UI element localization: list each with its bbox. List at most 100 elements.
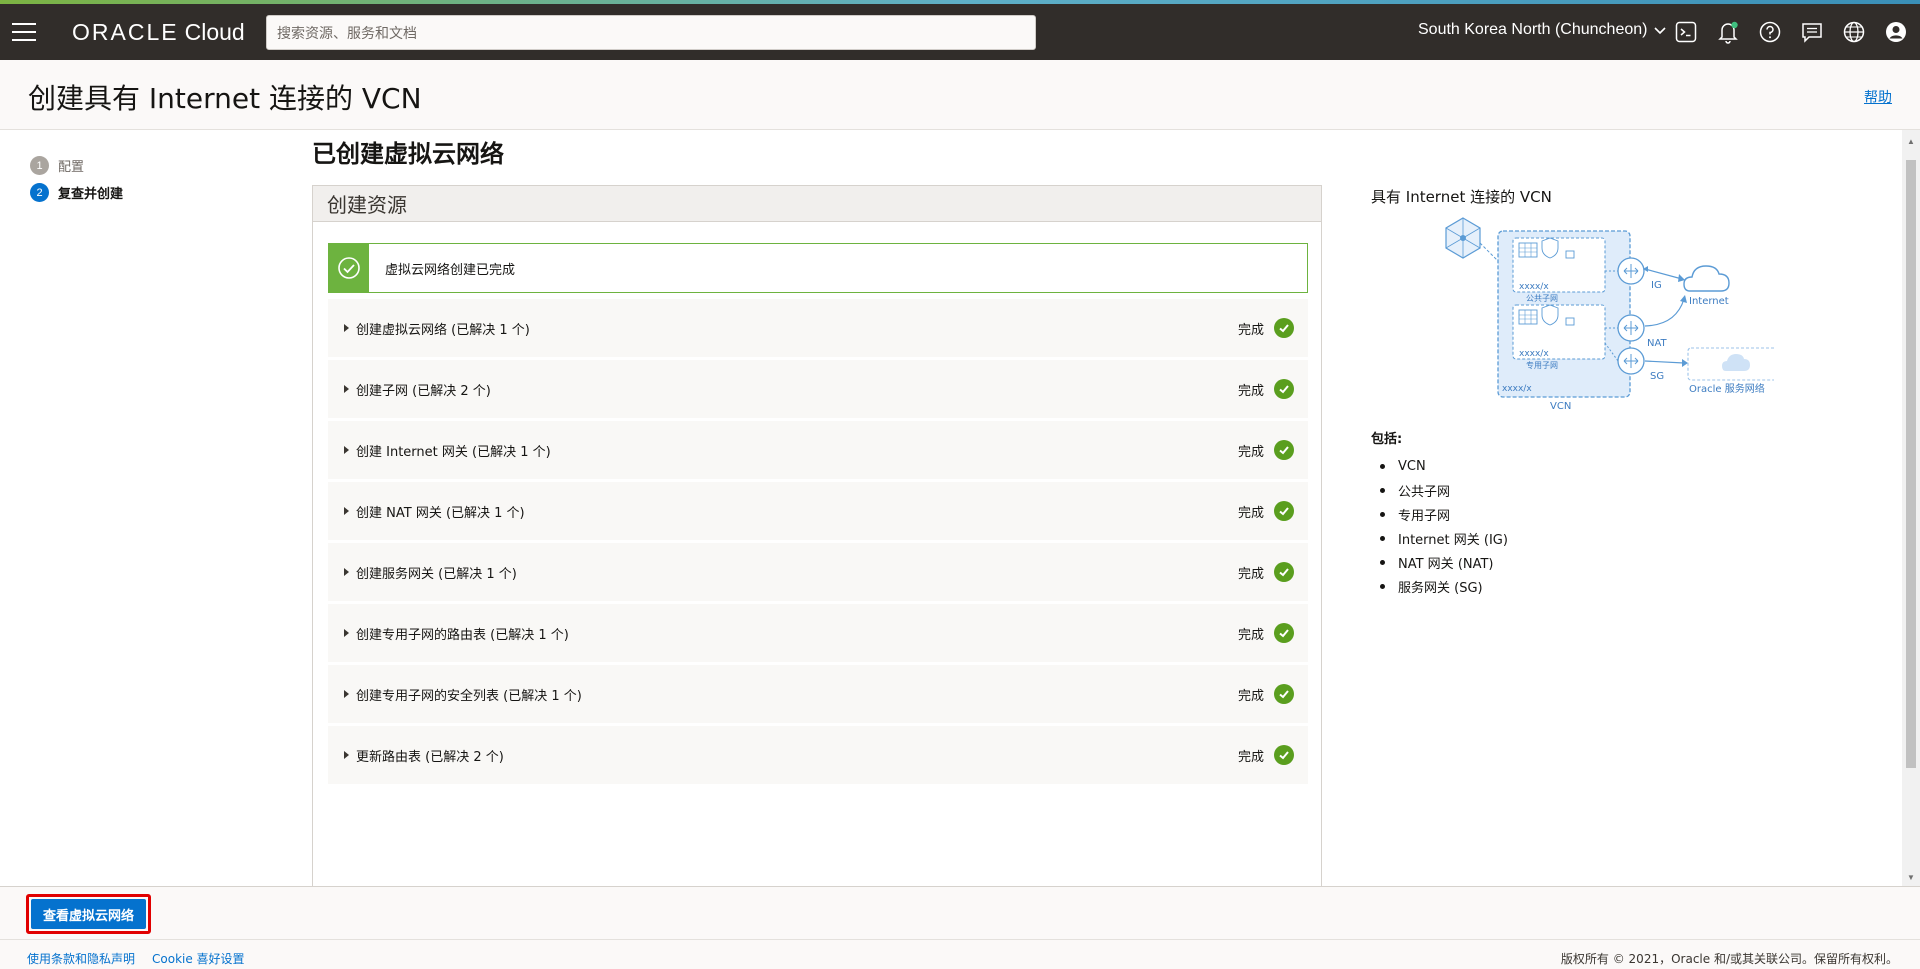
scroll-up-arrow-icon[interactable]: ▲ xyxy=(1906,136,1916,146)
task-label: 创建专用子网的路由表 (已解决 1 个) xyxy=(356,627,569,643)
step-configure[interactable]: 1 配置 xyxy=(30,152,123,179)
checkmark-icon xyxy=(1274,379,1294,399)
private-subnet-label: 专用子网 xyxy=(1526,360,1558,370)
checkmark-icon xyxy=(1274,318,1294,338)
terms-privacy-link[interactable]: 使用条款和隐私声明 xyxy=(27,950,135,967)
checkmark-icon xyxy=(1274,684,1294,704)
task-status: 完成 xyxy=(1238,501,1294,521)
task-status: 完成 xyxy=(1238,318,1294,338)
task-row[interactable]: 创建子网 (已解决 2 个) 完成 xyxy=(328,360,1308,418)
success-message: 虚拟云网络创建已完成 xyxy=(385,262,516,278)
nat-gateway-icon xyxy=(1617,314,1645,342)
success-banner: 虚拟云网络创建已完成 xyxy=(328,243,1308,293)
task-row[interactable]: 创建服务网关 (已解决 1 个) 完成 xyxy=(328,543,1308,601)
wizard-steps: 1 配置 2 复查并创建 xyxy=(30,152,123,206)
scroll-down-arrow-icon[interactable]: ▼ xyxy=(1906,872,1916,882)
task-row[interactable]: 创建虚拟云网络 (已解决 1 个) 完成 xyxy=(328,299,1308,357)
oracle-cloud-logo[interactable]: ORACLE Cloud xyxy=(72,19,245,46)
cookie-preferences-link[interactable]: Cookie 喜好设置 xyxy=(152,950,245,967)
language-globe-icon[interactable] xyxy=(1838,16,1870,48)
includes-list: VCN 公共子网 专用子网 Internet 网关 (IG) NAT 网关 (N… xyxy=(1380,454,1508,598)
action-bar: 查看虚拟云网络 xyxy=(0,886,1920,939)
logo-brand: ORACLE xyxy=(72,18,179,45)
checkmark-icon xyxy=(1274,623,1294,643)
task-label: 创建 Internet 网关 (已解决 1 个) xyxy=(356,444,551,460)
includes-title: 包括: xyxy=(1371,432,1403,447)
internet-gateway-icon xyxy=(1617,257,1645,285)
section-heading: 已创建虚拟云网络 xyxy=(312,140,504,168)
task-status-text: 完成 xyxy=(1237,322,1264,338)
step-review-create[interactable]: 2 复查并创建 xyxy=(30,179,123,206)
task-status: 完成 xyxy=(1238,379,1294,399)
checkmark-icon xyxy=(1274,501,1294,521)
notifications-icon[interactable] xyxy=(1712,16,1744,48)
task-status-text: 完成 xyxy=(1237,688,1264,704)
list-item: 专用子网 xyxy=(1380,502,1508,526)
task-status-text: 完成 xyxy=(1237,444,1264,460)
task-status: 完成 xyxy=(1238,684,1294,704)
search-placeholder: 搜索资源、服务和文档 xyxy=(277,25,417,42)
menu-icon[interactable] xyxy=(12,23,36,41)
public-subnet-label: 公共子网 xyxy=(1526,294,1558,303)
sg-label: SG xyxy=(1650,371,1664,382)
task-label: 创建子网 (已解决 2 个) xyxy=(356,383,491,399)
oracle-network-label: Oracle 服务网络 xyxy=(1689,382,1765,395)
task-label: 创建专用子网的安全列表 (已解决 1 个) xyxy=(356,688,582,704)
checkmark-icon xyxy=(1274,440,1294,460)
search-input[interactable]: 搜索资源、服务和文档 xyxy=(266,15,1036,50)
footer: 使用条款和隐私声明 Cookie 喜好设置 版权所有 © 2021，Oracle… xyxy=(0,939,1920,969)
ig-label: IG xyxy=(1651,280,1662,291)
task-status-text: 完成 xyxy=(1237,383,1264,399)
feedback-icon[interactable] xyxy=(1796,16,1828,48)
view-vcn-button[interactable]: 查看虚拟云网络 xyxy=(31,899,147,929)
scrollbar-thumb[interactable] xyxy=(1906,160,1916,768)
internet-label: Internet xyxy=(1689,296,1729,307)
list-item: 服务网关 (SG) xyxy=(1380,574,1508,598)
step-number: 1 xyxy=(30,156,49,175)
task-row[interactable]: 创建专用子网的路由表 (已解决 1 个) 完成 xyxy=(328,604,1308,662)
vcn-info-title: 具有 Internet 连接的 VCN xyxy=(1371,188,1552,206)
vcn-cidr: xxxx/x xyxy=(1502,384,1532,394)
list-item: NAT 网关 (NAT) xyxy=(1380,550,1508,574)
expand-caret-icon xyxy=(344,690,349,698)
logo-product: Cloud xyxy=(184,18,245,45)
task-status-text: 完成 xyxy=(1237,749,1264,765)
task-status-text: 完成 xyxy=(1237,627,1264,643)
expand-caret-icon xyxy=(344,324,349,332)
expand-caret-icon xyxy=(344,507,349,515)
private-subnet-cidr: xxxx/x xyxy=(1519,349,1549,359)
cloud-shell-icon[interactable] xyxy=(1670,16,1702,48)
vcn-label: VCN xyxy=(1550,401,1571,412)
expand-caret-icon xyxy=(344,385,349,393)
checkmark-icon xyxy=(1274,562,1294,582)
checkmark-icon xyxy=(1274,745,1294,765)
step-label: 复查并创建 xyxy=(58,187,124,202)
task-label: 创建虚拟云网络 (已解决 1 个) xyxy=(356,322,530,338)
region-selector[interactable]: South Korea North (Chuncheon) xyxy=(1418,21,1667,39)
chevron-down-icon xyxy=(1654,27,1667,35)
service-gateway-icon xyxy=(1617,347,1645,375)
expand-caret-icon xyxy=(344,446,349,454)
user-profile-icon[interactable] xyxy=(1880,16,1912,48)
task-row[interactable]: 更新路由表 (已解决 2 个) 完成 xyxy=(328,726,1308,784)
nat-label: NAT xyxy=(1647,338,1668,349)
task-status: 完成 xyxy=(1238,745,1294,765)
task-row[interactable]: 创建 Internet 网关 (已解决 1 个) 完成 xyxy=(328,421,1308,479)
task-label: 创建服务网关 (已解决 1 个) xyxy=(356,566,517,582)
success-check-icon xyxy=(329,244,369,292)
task-status-text: 完成 xyxy=(1237,566,1264,582)
task-row[interactable]: 创建 NAT 网关 (已解决 1 个) 完成 xyxy=(328,482,1308,540)
page-header: 创建具有 Internet 连接的 VCN 帮助 xyxy=(0,60,1920,130)
list-item: 公共子网 xyxy=(1380,478,1508,502)
list-item: VCN xyxy=(1380,454,1508,478)
public-subnet-cidr: xxxx/x xyxy=(1519,282,1549,292)
expand-caret-icon xyxy=(344,568,349,576)
create-resources-panel: 创建资源 虚拟云网络创建已完成 创建虚拟云网络 (已解决 1 个) 完成 创建子… xyxy=(312,185,1322,895)
task-status: 完成 xyxy=(1238,562,1294,582)
help-icon[interactable] xyxy=(1754,16,1786,48)
help-link[interactable]: 帮助 xyxy=(1864,87,1892,107)
task-status: 完成 xyxy=(1238,623,1294,643)
top-navigation-bar: ORACLE Cloud 搜索资源、服务和文档 South Korea Nort… xyxy=(0,4,1920,60)
expand-caret-icon xyxy=(344,629,349,637)
task-row[interactable]: 创建专用子网的安全列表 (已解决 1 个) 完成 xyxy=(328,665,1308,723)
